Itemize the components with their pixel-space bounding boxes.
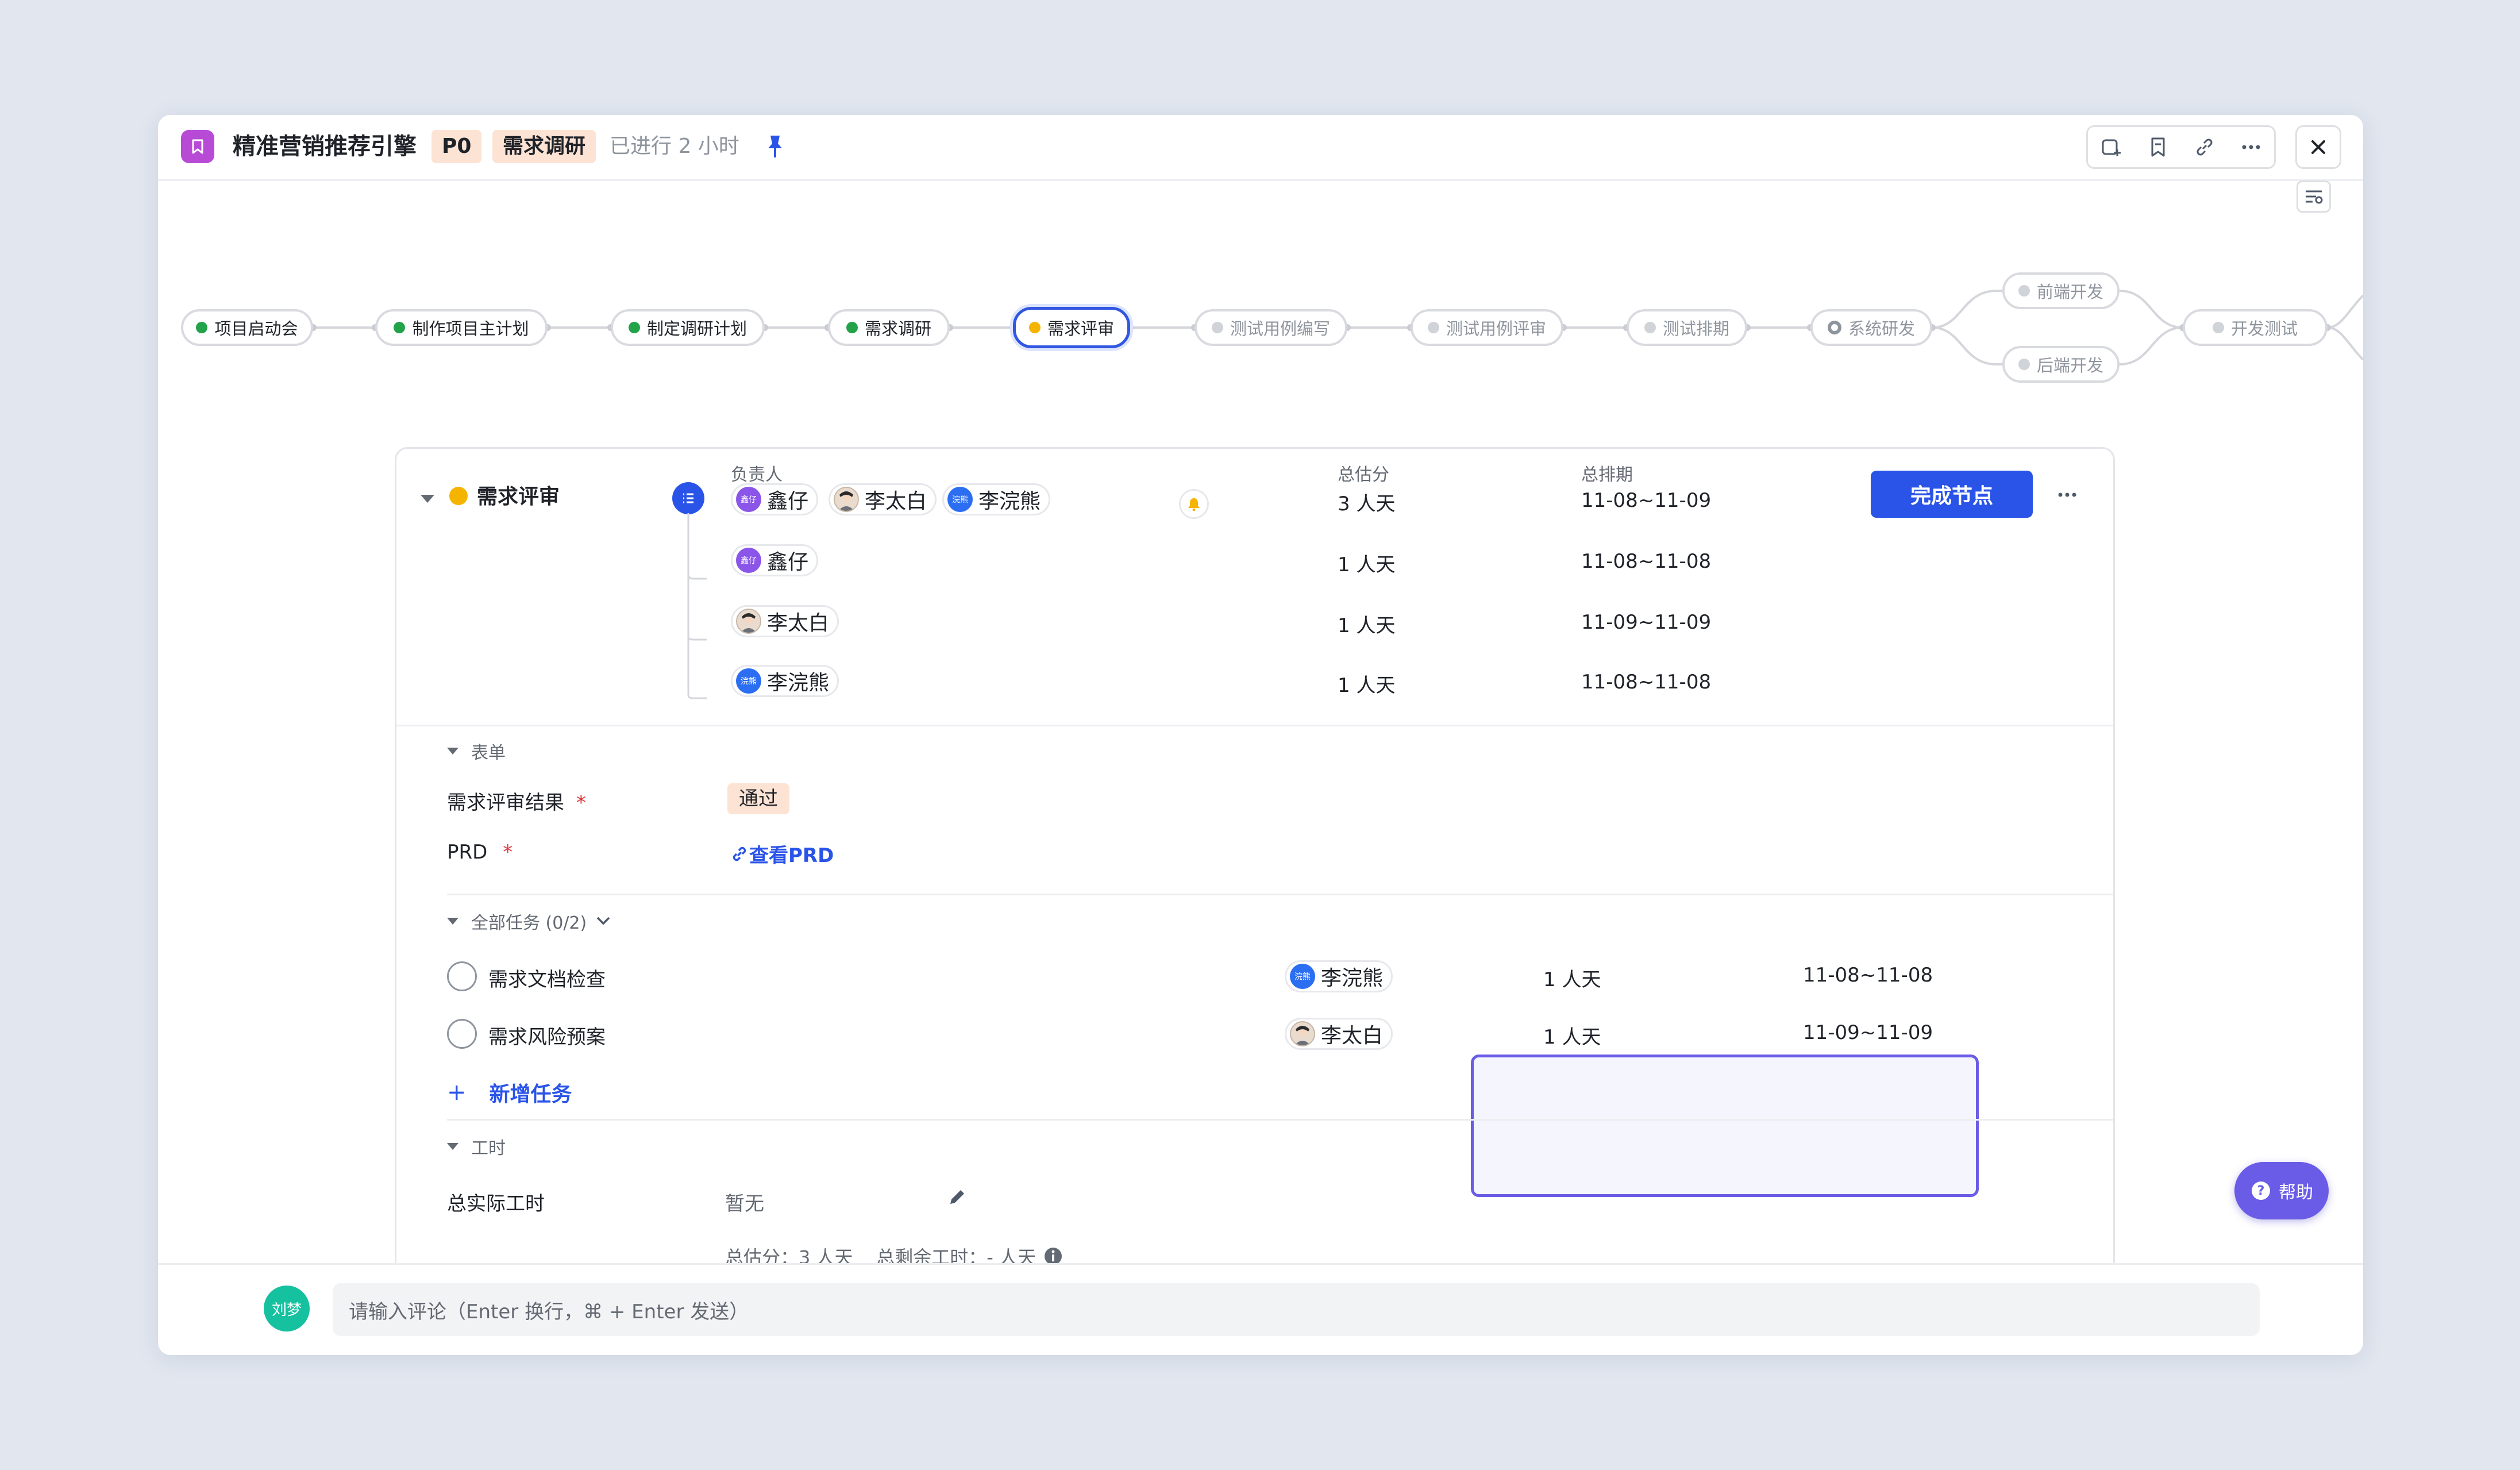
col-estimate-header: 总估分	[1338, 465, 1389, 485]
summary-schedule: 11-08~11-09	[1581, 489, 1712, 512]
flow-node-research-plan[interactable]: 制定调研计划	[611, 309, 765, 346]
avatar: 浣熊	[736, 668, 761, 694]
task-estimate[interactable]: 1 人天	[1543, 964, 1601, 992]
close-button[interactable]	[2295, 125, 2341, 169]
bookmark-app-icon	[181, 130, 214, 163]
page-title: 精准营销推荐引擎	[233, 133, 417, 160]
tasks-section-toggle[interactable]: 全部任务 (0/2)	[447, 909, 612, 934]
avatar: 鑫仔	[736, 487, 761, 512]
task-name[interactable]: 需求文档检查	[488, 964, 606, 992]
stage-tag[interactable]: 需求调研	[492, 130, 596, 163]
task-schedule[interactable]: 11-08~11-08	[1803, 964, 1933, 987]
card-more-icon[interactable]	[2055, 482, 2080, 510]
owner-chip[interactable]: 鑫仔 鑫仔	[731, 544, 819, 576]
add-to-group-icon[interactable]	[2095, 131, 2128, 163]
flow-node-frontend[interactable]: 前端开发	[2002, 272, 2120, 309]
owner-chip[interactable]: 鑫仔 鑫仔	[731, 483, 819, 515]
pin-icon[interactable]	[762, 132, 788, 161]
close-icon	[2311, 140, 2325, 154]
divider	[396, 725, 2113, 726]
svg-text:?: ?	[2257, 1184, 2265, 1198]
flow-node-kickoff[interactable]: 项目启动会	[181, 309, 313, 346]
avatar: 浣熊	[947, 487, 973, 512]
owner-chip[interactable]: 浣熊 李浣熊	[731, 665, 839, 697]
add-task-button[interactable]: + 新增任务	[447, 1078, 572, 1107]
settings-filter-button[interactable]	[2296, 180, 2331, 213]
row-schedule: 11-09~11-09	[1581, 611, 1712, 634]
actual-worktime-value: 暂无	[725, 1192, 764, 1215]
row-estimate: 1 人天	[1338, 553, 1396, 576]
task-estimate[interactable]: 1 人天	[1543, 1021, 1601, 1049]
more-icon[interactable]	[2235, 131, 2267, 163]
task-window: 项目启动会 制作项目主计划 制定调研计划 需求调研 需求评审 测试用例编写 测试…	[158, 115, 2363, 1355]
selected-task-range	[1471, 1055, 1979, 1197]
elapsed-text: 已进行 2 小时	[610, 134, 739, 158]
comment-footer: 刘梦 请输入评论（Enter 换行，⌘ + Enter 发送）	[158, 1263, 2363, 1355]
link-icon	[733, 846, 746, 861]
flow-node-test-case-review[interactable]: 测试用例评审	[1411, 309, 1563, 346]
flow-node-test-schedule[interactable]: 测试排期	[1627, 309, 1747, 346]
flow-node-review[interactable]: 需求评审	[1013, 307, 1130, 348]
avatar	[1290, 1021, 1315, 1046]
row-schedule: 11-08~11-08	[1581, 671, 1712, 694]
avatar	[736, 609, 761, 634]
review-result-value[interactable]: 通过	[727, 783, 789, 814]
flow-node-dev-test[interactable]: 开发测试	[2183, 309, 2328, 346]
worktime-section-toggle[interactable]: 工时	[447, 1134, 506, 1159]
owner-chip[interactable]: 李太白	[829, 483, 937, 515]
node-detail-card: 需求评审 负责人 总估分 总排期 鑫仔 鑫仔 李太白 浣熊 李浣熊 3 人天 11-…	[395, 447, 2115, 1355]
subtree-lines	[687, 513, 707, 699]
col-schedule-header: 总排期	[1581, 465, 1633, 485]
priority-tag[interactable]: P0	[431, 130, 482, 163]
owner-chip[interactable]: 李太白	[731, 605, 839, 637]
avatar	[834, 487, 859, 512]
flow-node-master-plan[interactable]: 制作项目主计划	[375, 309, 548, 346]
form-section-toggle[interactable]: 表单	[447, 738, 506, 764]
complete-node-button[interactable]: 完成节点	[1871, 471, 2033, 518]
collapse-caret-icon[interactable]	[421, 495, 447, 503]
summary-estimate: 3 人天	[1338, 492, 1396, 515]
row-schedule: 11-08~11-08	[1581, 550, 1712, 573]
prd-label: PRD *	[447, 841, 513, 864]
subtask-list-icon[interactable]	[672, 482, 704, 514]
plus-icon: +	[447, 1079, 467, 1106]
task-owner-chip[interactable]: 李太白	[1285, 1018, 1393, 1050]
row-estimate: 1 人天	[1338, 674, 1396, 697]
actual-worktime-label: 总实际工时	[447, 1192, 545, 1215]
filter-icon	[2306, 190, 2323, 204]
bell-icon[interactable]	[1179, 489, 1209, 519]
flow-node-test-case-write[interactable]: 测试用例编写	[1195, 309, 1347, 346]
header-toolbar	[2086, 125, 2276, 169]
help-icon: ?	[2252, 1182, 2270, 1200]
col-owner-header: 负责人	[731, 465, 783, 485]
divider	[447, 894, 2113, 895]
current-user-avatar: 刘梦	[264, 1286, 310, 1332]
flow-node-dev[interactable]: 系统研发	[1810, 309, 1932, 346]
status-dot	[449, 487, 468, 505]
node-name: 需求评审	[477, 485, 560, 509]
bookmark-icon[interactable]	[2142, 131, 2174, 163]
flow-node-backend[interactable]: 后端开发	[2002, 346, 2120, 383]
task-schedule[interactable]: 11-09~11-09	[1803, 1021, 1933, 1044]
task-checkbox[interactable]	[447, 961, 477, 991]
task-checkbox[interactable]	[447, 1019, 477, 1049]
owner-chip[interactable]: 浣熊 李浣熊	[942, 483, 1051, 515]
avatar: 浣熊	[1290, 964, 1315, 989]
edit-pencil-icon[interactable]	[946, 1186, 969, 1211]
view-prd-link[interactable]: 查看PRD	[730, 840, 834, 868]
chevron-down-icon[interactable]	[595, 914, 612, 928]
divider	[447, 1119, 2113, 1121]
header-bar: 精准营销推荐引擎 P0 需求调研 已进行 2 小时	[158, 115, 2363, 181]
link-icon[interactable]	[2188, 131, 2221, 163]
avatar: 鑫仔	[736, 548, 761, 573]
flow-node-research[interactable]: 需求调研	[828, 309, 950, 346]
help-button[interactable]: ? 帮助	[2234, 1162, 2329, 1219]
review-result-label: 需求评审结果 *	[447, 791, 586, 814]
task-owner-chip[interactable]: 浣熊 李浣熊	[1285, 960, 1393, 992]
row-estimate: 1 人天	[1338, 614, 1396, 637]
comment-input[interactable]: 请输入评论（Enter 换行，⌘ + Enter 发送）	[333, 1283, 2260, 1336]
task-name[interactable]: 需求风险预案	[488, 1021, 606, 1049]
